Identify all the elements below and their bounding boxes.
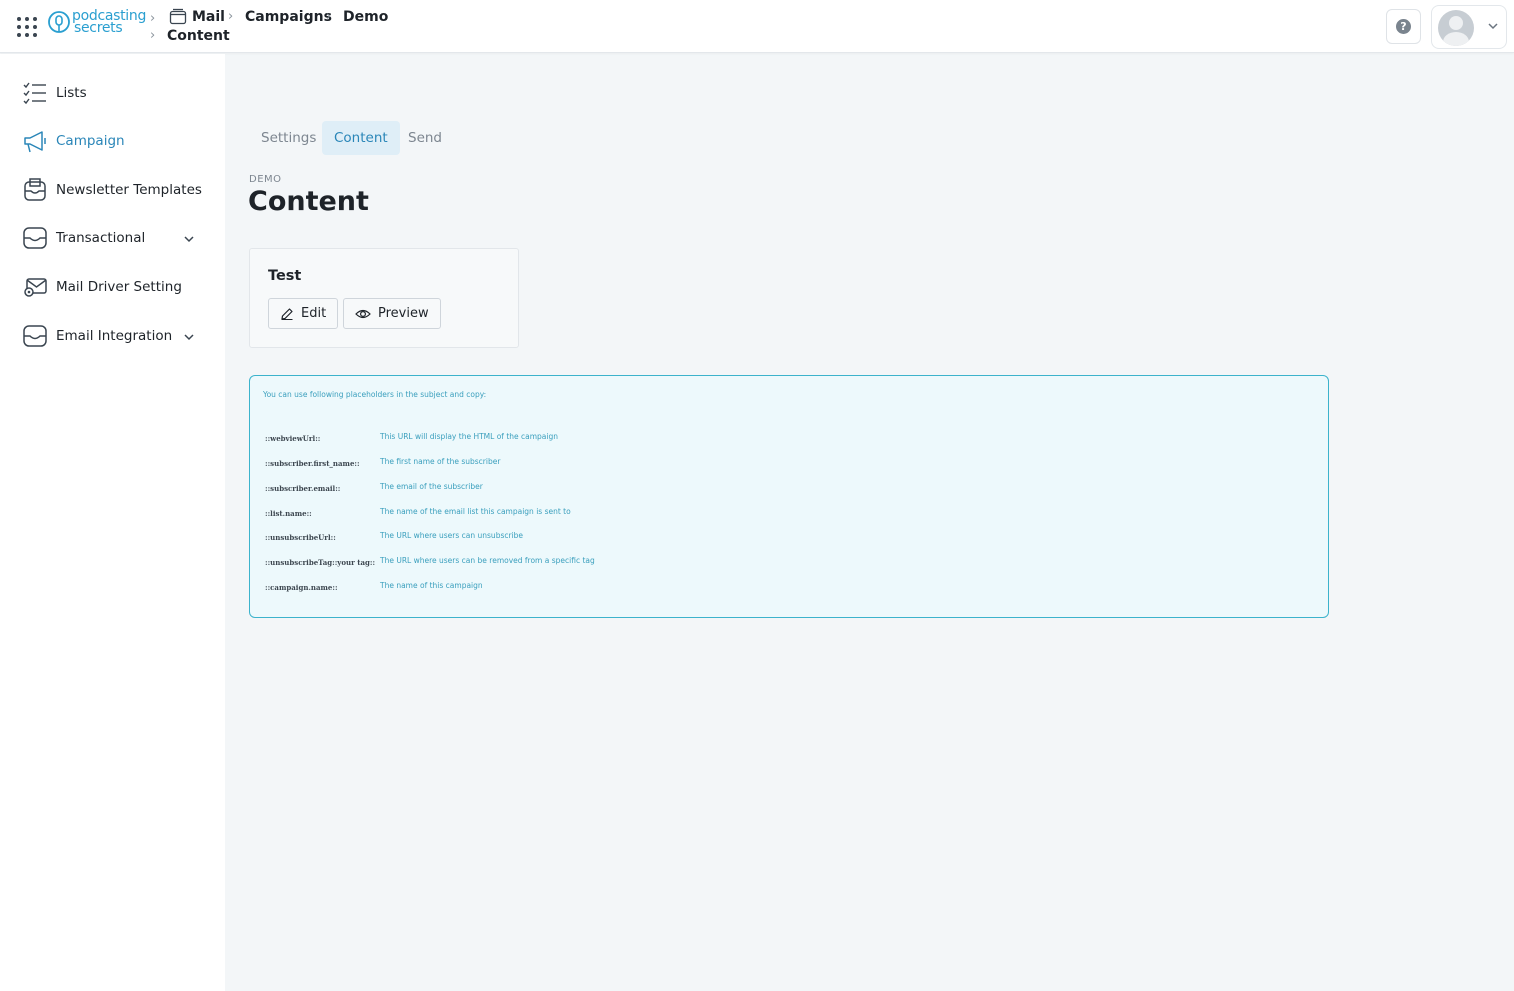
placeholder-key: ::subscriber.first_name:: [265,459,360,468]
placeholder-description: The email of the subscriber [380,482,483,491]
card-title: Test [268,268,302,284]
placeholder-key: ::campaign.name:: [265,583,338,592]
chevron-down-icon [184,236,194,243]
content-card: Test Edit Preview [249,248,519,348]
sidebar-item-label: Campaign [56,133,125,149]
preview-button[interactable]: Preview [343,298,441,329]
sidebar-item-label: Mail Driver Setting [56,279,182,295]
sidebar-item-label: Email Integration [56,328,173,344]
breadcrumb-campaigns[interactable]: Campaigns [245,9,332,25]
chevron-down-icon [1488,23,1498,30]
mail-box-icon [169,8,187,25]
breadcrumb-mail[interactable]: Mail [192,9,225,25]
top-bar: podcasting secrets › Mail › Campaigns › … [0,0,1514,53]
sidebar: Lists Campaign Newsletter Templates Tran… [0,54,225,991]
sidebar-item-label: Lists [56,85,87,101]
chevron-right-icon: › [150,11,156,26]
preview-button-label: Preview [378,306,429,321]
chevron-right-icon: › [228,9,234,24]
placeholder-description: The name of this campaign [380,581,483,590]
tab-settings[interactable]: Settings [249,121,328,155]
sidebar-item-label: Newsletter Templates [56,182,202,198]
breadcrumb-demo[interactable]: Demo [343,9,388,25]
avatar [1438,10,1474,46]
chevron-down-icon [184,334,194,341]
sidebar-item-mail-driver-setting[interactable]: Mail Driver Setting [0,267,225,307]
chevron-right-icon: › [150,28,156,43]
apps-grid-icon[interactable] [17,17,37,37]
placeholder-key: ::subscriber.email:: [265,484,341,493]
eye-icon [355,309,371,318]
placeholder-key: ::list.name:: [265,509,312,518]
sidebar-item-email-integration[interactable]: Email Integration [0,316,225,356]
edit-button[interactable]: Edit [268,298,339,329]
breadcrumb-content: Content [167,28,230,44]
inbox-icon [23,227,47,249]
question-icon: ? [1396,19,1411,34]
page-eyebrow: DEMO [249,174,282,185]
newsletter-icon [24,178,46,201]
placeholders-info-box: You can use following placeholders in th… [249,375,1329,618]
placeholder-description: The name of the email list this campaign… [380,507,571,516]
user-menu-button[interactable] [1431,5,1507,49]
placeholder-description: The URL where users can be removed from … [380,556,595,565]
list-check-icon [23,82,46,105]
brand-logo[interactable]: podcasting secrets [47,9,146,37]
pencil-icon [281,307,293,320]
placeholder-key: ::webviewUrl:: [265,434,321,443]
megaphone-icon [24,131,46,153]
tab-send[interactable]: Send [396,121,454,155]
sidebar-item-label: Transactional [56,230,146,246]
sidebar-item-lists[interactable]: Lists [0,73,225,113]
placeholder-description: The URL where users can unsubscribe [380,531,524,540]
placeholder-description: This URL will display the HTML of the ca… [380,432,558,441]
podcast-logo-icon [48,11,70,33]
inbox-icon [23,325,47,347]
placeholder-description: The first name of the subscriber [380,457,501,466]
sidebar-item-newsletter-templates[interactable]: Newsletter Templates [0,170,225,210]
page-title: Content [248,186,369,217]
placeholders-intro: You can use following placeholders in th… [263,390,487,399]
mail-settings-icon [24,278,47,297]
placeholder-key: ::unsubscribeTag::your tag:: [265,558,376,567]
help-button[interactable]: ? [1386,9,1421,44]
logo-wordmark: podcasting secrets [72,9,146,35]
chevron-right-icon: › [326,9,332,24]
sidebar-item-campaign[interactable]: Campaign [0,121,225,161]
placeholder-key: ::unsubscribeUrl:: [265,533,336,542]
sidebar-item-transactional[interactable]: Transactional [0,218,225,258]
edit-button-label: Edit [301,306,327,321]
tab-content[interactable]: Content [322,121,400,155]
